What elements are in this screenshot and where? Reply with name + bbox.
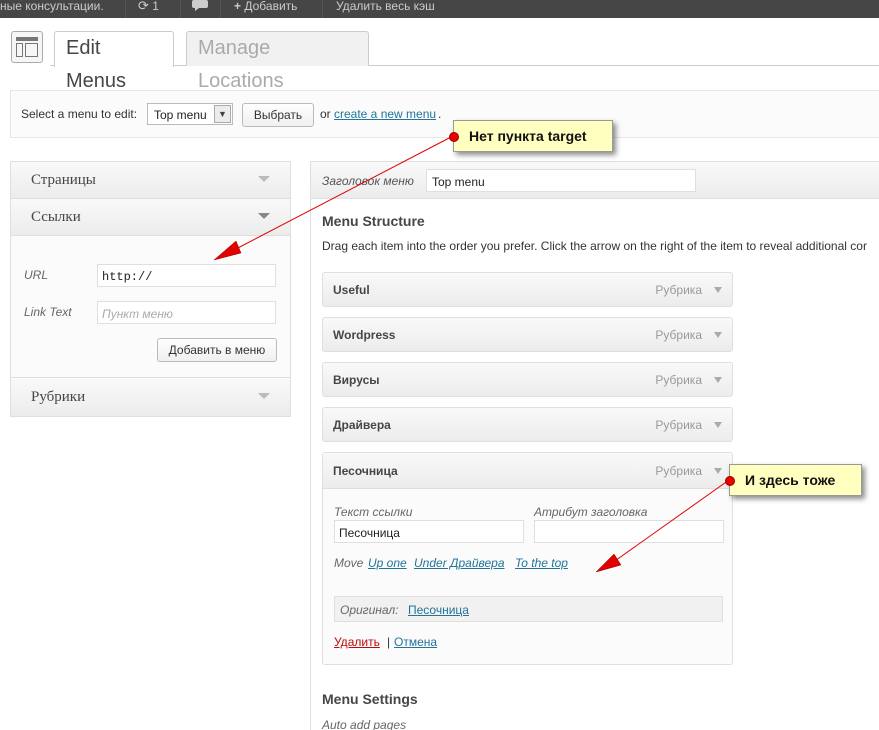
menu-item-type: Рубрика xyxy=(655,464,702,478)
links-panel: URL http:// Link Text Пункт меню Добавит… xyxy=(11,236,290,378)
action-separator: | xyxy=(387,635,391,649)
menu-settings-title: Menu Settings xyxy=(322,691,418,707)
annotation-callout: И здесь тоже xyxy=(725,464,862,496)
accordion-pages-title: Страницы xyxy=(31,172,96,188)
select-menu-label: Select a menu to edit: xyxy=(21,107,138,121)
accordion-categories[interactable]: Рубрики xyxy=(11,379,290,416)
choose-menu-button[interactable]: Выбрать xyxy=(242,103,314,127)
menu-item-title: Wordpress xyxy=(333,328,396,342)
menu-item-title: Драйвера xyxy=(333,418,391,432)
menu-management: Заголовок меню Top menu Menu Structure D… xyxy=(310,161,879,730)
navigation-label: Текст ссылки xyxy=(334,505,413,519)
period-text: . xyxy=(438,107,442,121)
menu-item-type: Рубрика xyxy=(655,373,702,387)
menu-item-header[interactable]: Песочница Рубрика xyxy=(323,453,732,489)
menu-item-expanded: Песочница Рубрика Текст ссылки Песочница… xyxy=(322,452,733,665)
annotation-callout: Нет пункта target xyxy=(449,120,613,152)
title-attribute-input[interactable] xyxy=(534,520,724,543)
menu-item-title: Песочница xyxy=(333,464,398,478)
menus-icon xyxy=(11,31,43,63)
admin-bar: ные консультации. ⟳ 1 + Добавить Удалить… xyxy=(0,0,879,18)
delete-item-link[interactable]: Удалить xyxy=(334,635,380,649)
add-new-button[interactable]: + Добавить xyxy=(234,0,297,18)
menu-item[interactable]: Вирусы Рубрика xyxy=(322,362,733,397)
move-to-top-link[interactable]: To the top xyxy=(515,556,568,570)
menu-select-value: Top menu xyxy=(154,108,207,122)
annotation-text: Нет пункта target xyxy=(469,128,587,144)
menu-item[interactable]: Useful Рубрика xyxy=(322,272,733,307)
url-input[interactable]: http:// xyxy=(97,264,276,287)
updates-count: 1 xyxy=(152,0,159,13)
accordion-categories-title: Рубрики xyxy=(31,389,86,405)
menu-name-input[interactable]: Top menu xyxy=(426,169,696,192)
add-to-menu-button[interactable]: Добавить в меню xyxy=(157,338,277,362)
chevron-down-icon[interactable] xyxy=(714,377,722,383)
create-new-menu-link[interactable]: create a new menu xyxy=(334,107,436,121)
title-attribute-label: Атрибут заголовка xyxy=(534,505,648,519)
chevron-down-icon: ▼ xyxy=(214,105,231,123)
pin-icon xyxy=(449,132,459,142)
original-link-box: Оригинал: Песочница xyxy=(334,596,723,622)
menu-item-type: Рубрика xyxy=(655,418,702,432)
menu-structure-description: Drag each item into the order you prefer… xyxy=(322,239,867,253)
menu-name-label: Заголовок меню xyxy=(322,174,414,188)
adminbar-separator xyxy=(322,0,323,18)
menu-item-title: Вирусы xyxy=(333,373,380,387)
accordion-pages[interactable]: Страницы xyxy=(11,162,290,199)
menu-item-title: Useful xyxy=(333,283,370,297)
refresh-icon: ⟳ xyxy=(138,0,149,13)
tab-divider xyxy=(50,65,879,66)
cancel-link[interactable]: Отмена xyxy=(394,635,437,649)
select-menu-bar: Select a menu to edit: Top menu ▼ Выбрат… xyxy=(10,90,879,138)
url-label: URL xyxy=(24,268,49,282)
comment-icon xyxy=(192,0,208,11)
move-label: Move xyxy=(334,556,364,570)
navigation-label-input[interactable]: Песочница xyxy=(334,520,524,543)
chevron-down-icon xyxy=(258,393,270,399)
chevron-down-icon[interactable] xyxy=(714,287,722,293)
accordion-links[interactable]: Ссылки xyxy=(11,199,290,236)
link-text-input[interactable]: Пункт меню xyxy=(97,301,276,324)
move-under-link[interactable]: Under Драйвера xyxy=(414,556,505,570)
annotation-text: И здесь тоже xyxy=(745,472,836,488)
accordion-links-title: Ссылки xyxy=(31,209,81,225)
menu-item[interactable]: Wordpress Рубрика xyxy=(322,317,733,352)
chevron-down-icon xyxy=(258,176,270,182)
chevron-down-icon[interactable] xyxy=(714,422,722,428)
adminbar-separator xyxy=(180,0,181,18)
menu-structure-title: Menu Structure xyxy=(322,213,425,229)
original-link[interactable]: Песочница xyxy=(408,603,469,617)
adminbar-separator xyxy=(220,0,221,18)
updates-button[interactable]: ⟳ 1 xyxy=(138,0,159,18)
menu-select-dropdown[interactable]: Top menu ▼ xyxy=(147,103,233,125)
chevron-down-icon[interactable] xyxy=(714,332,722,338)
tab-edit-menus[interactable]: Edit Menus xyxy=(54,31,174,92)
original-label: Оригинал: xyxy=(340,603,399,617)
menu-item-type: Рубрика xyxy=(655,283,702,297)
link-text-label: Link Text xyxy=(24,305,72,319)
move-up-link[interactable]: Up one xyxy=(368,556,407,570)
chevron-down-icon[interactable] xyxy=(714,468,722,474)
comments-button[interactable] xyxy=(192,0,208,18)
menu-item-type: Рубрика xyxy=(655,328,702,342)
plus-icon: + xyxy=(234,0,242,13)
or-text: or xyxy=(320,107,331,121)
adminbar-separator xyxy=(125,0,126,18)
menu-name-header: Заголовок меню Top menu xyxy=(311,162,879,199)
tab-manage-locations[interactable]: Manage Locations xyxy=(186,31,369,92)
adminbar-consult-text[interactable]: ные консультации. xyxy=(0,0,104,18)
pin-icon xyxy=(725,476,735,486)
add-items-accordion: Страницы Ссылки URL http:// Link Text Пу… xyxy=(10,161,291,417)
add-new-label: Добавить xyxy=(244,0,298,13)
menu-item[interactable]: Драйвера Рубрика xyxy=(322,407,733,442)
auto-add-pages-label: Auto add pages xyxy=(322,718,407,730)
chevron-down-icon xyxy=(258,213,270,219)
clear-cache-button[interactable]: Удалить весь кэш xyxy=(336,0,435,18)
